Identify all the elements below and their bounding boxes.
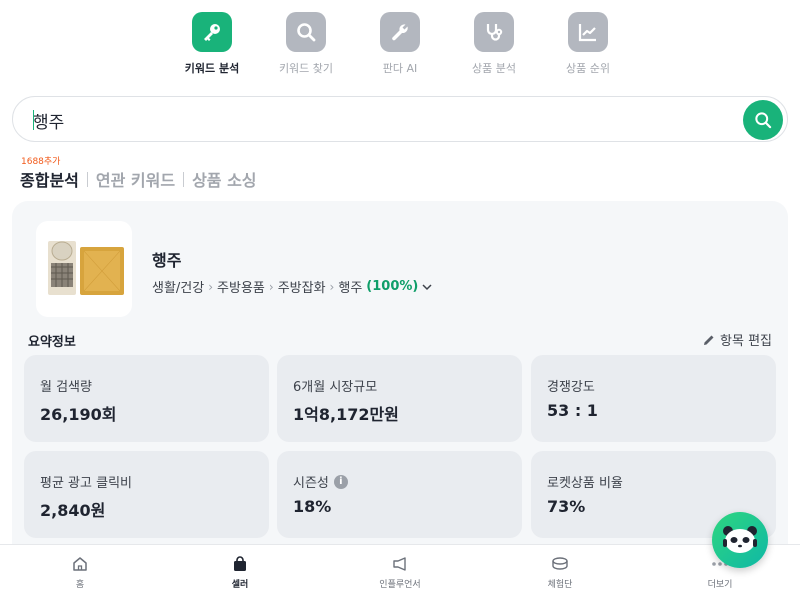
breadcrumb-item[interactable]: 주방용품 [217,277,265,296]
tool-keyword-analysis[interactable]: 키워드 분석 [177,12,247,76]
analysis-tabs: 종합분석 연관 키워드 상품 소싱 [20,167,257,191]
edit-items-label: 항목 편집 [720,334,772,349]
edit-items-button[interactable]: 항목 편집 [702,330,772,349]
tab-overview[interactable]: 종합분석 [20,167,79,191]
tool-product-rank[interactable]: 상품 순위 [553,12,623,76]
nav-influencer[interactable]: 인플루언서 [320,545,480,600]
stat-label: 월 검색량 [40,380,92,395]
tool-product-analysis[interactable]: 상품 분석 [459,12,529,76]
tab-product-sourcing[interactable]: 상품 소싱 [192,167,256,191]
stat-label-row: 시즌성 i [293,472,348,491]
nav-label: 더보기 [707,580,733,590]
tab-divider [86,171,88,187]
summary-label: 요약정보 [28,335,76,350]
tool-label: 상품 순위 [566,62,610,75]
pencil-icon [704,335,714,345]
overview-card: 행주 생활/건강 › 주방용품 › 주방잡화 › 행주 (100%) 요약정보 … [12,201,788,561]
search-button[interactable] [743,100,783,140]
stat-label: 6개월 시장규모 [293,380,378,395]
search-icon [755,112,772,129]
nav-label: 체험단 [547,580,573,590]
search-input[interactable] [33,108,723,132]
category-breadcrumb: 생활/건강 › 주방용품 › 주방잡화 › 행주 (100%) [152,277,433,296]
stat-value: 1억8,172만원 [293,405,399,424]
stat-ad-cpc: 평균 광고 클릭비 2,840원 [24,451,269,538]
tool-nav: 키워드 분석 키워드 찾기 판다 AI 상품 분석 상품 순위 [0,12,800,76]
home-icon [73,557,87,571]
stat-value: 73% [547,497,586,516]
megaphone-icon [393,557,406,571]
tool-label: 키워드 찾기 [278,62,334,75]
breadcrumb-item[interactable]: 행주 [338,277,362,296]
nav-home[interactable]: 홈 [0,545,160,600]
breadcrumb-item[interactable]: 주방잡화 [278,277,326,296]
nav-label: 셀러 [231,580,249,590]
product-thumbnail [36,221,132,317]
stat-label: 평균 광고 클릭비 [40,476,132,491]
tool-label: 판다 AI [382,62,418,75]
coins-icon [552,557,568,570]
tab-divider [183,171,185,187]
breadcrumb-item[interactable]: 생활/건강 [152,277,204,296]
panda-icon [723,526,757,553]
stethoscope-icon [474,12,514,52]
tool-panda-ai[interactable]: 판다 AI [365,12,435,76]
info-icon[interactable]: i [333,474,348,489]
tool-label: 키워드 분석 [184,62,240,75]
shopping-bag-icon [234,556,246,571]
bottom-nav: 홈 셀러 인플루언서 체험단 더보기 [0,544,800,600]
stat-value: 53 : 1 [547,401,598,420]
key-icon [192,12,232,52]
chevron-right-icon: › [329,279,335,294]
tool-keyword-find[interactable]: 키워드 찾기 [271,12,341,76]
chart-icon [568,12,608,52]
nav-label: 홈 [75,580,85,590]
new-1688-badge: 1688추가 [21,157,61,167]
chevron-down-icon[interactable] [421,281,433,293]
category-match-percent: (100%) [366,279,419,294]
stat-label: 시즌성 [293,476,329,491]
text-caret [33,110,34,130]
stat-competition: 경쟁강도 53 : 1 [531,355,776,442]
search-icon [286,12,326,52]
stat-label: 로켓상품 비율 [547,476,623,491]
panda-chat-button[interactable] [712,512,768,568]
stat-seasonality: 시즌성 i 18% [277,451,522,538]
product-title: 행주 [152,251,182,270]
stat-value: 18% [293,497,332,516]
nav-label: 인플루언서 [379,580,421,590]
tab-related-keywords[interactable]: 연관 키워드 [96,167,175,191]
chevron-right-icon: › [268,279,274,294]
stat-market-size: 6개월 시장규모 1억8,172만원 [277,355,522,442]
wrench-icon [380,12,420,52]
chevron-right-icon: › [208,279,214,294]
stat-value: 26,190회 [40,405,117,424]
stat-value: 2,840원 [40,501,106,520]
tool-label: 상품 분석 [472,62,516,75]
nav-seller[interactable]: 셀러 [160,545,320,600]
stat-label: 경쟁강도 [547,380,595,395]
nav-experience[interactable]: 체험단 [480,545,640,600]
stat-monthly-search: 월 검색량 26,190회 [24,355,269,442]
search-bar [12,96,788,142]
